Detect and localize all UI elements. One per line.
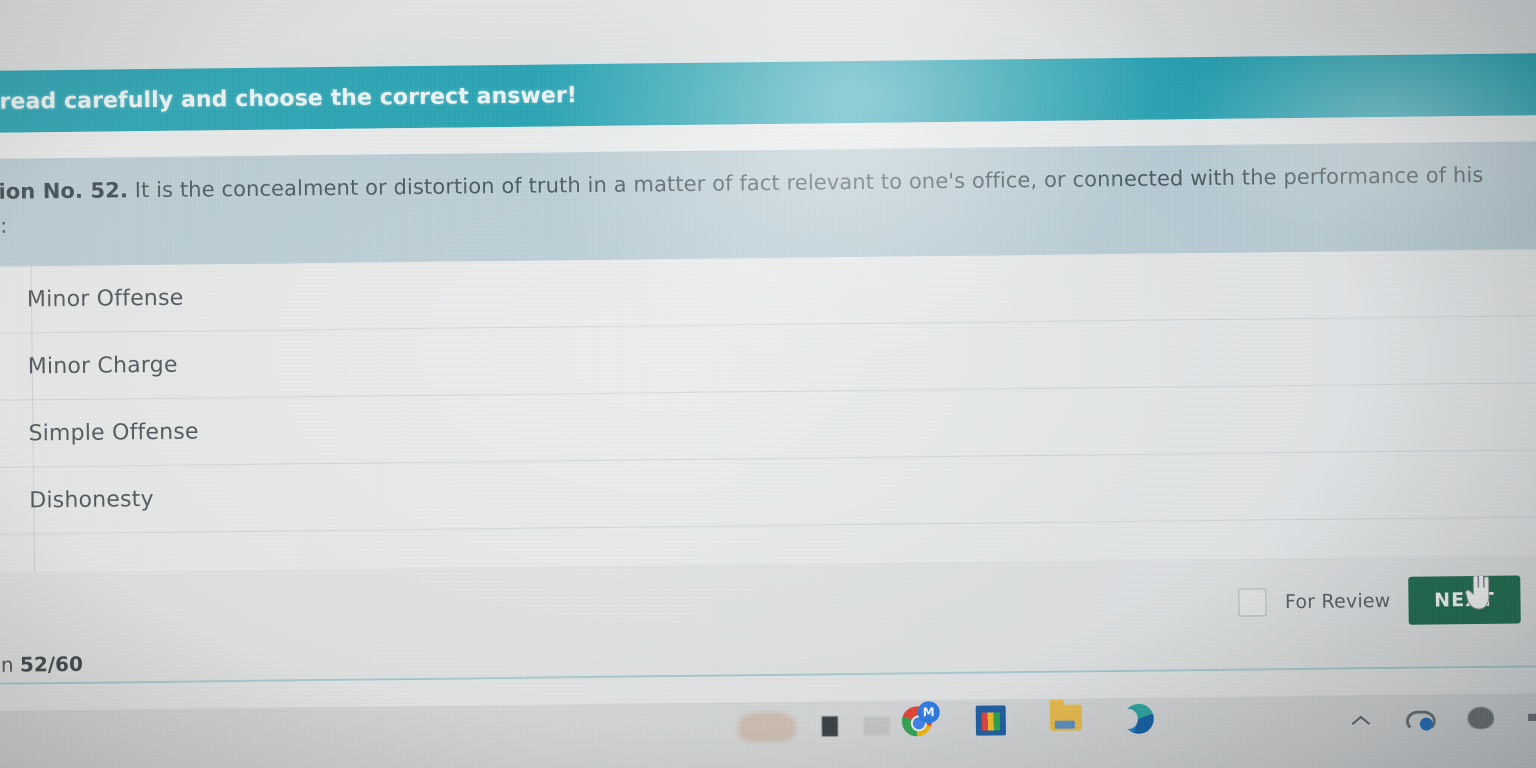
- photo-of-screen: e read carefully and choose the correct …: [0, 0, 1536, 768]
- option-label-a: Minor Offense: [26, 285, 184, 312]
- for-review-checkbox[interactable]: [1238, 588, 1268, 617]
- options-list: A Minor Offense B Minor Charge C Simple …: [0, 249, 1536, 573]
- edge-icon[interactable]: [1123, 703, 1158, 738]
- instruction-text: e read carefully and choose the correct …: [0, 82, 578, 115]
- store-icon[interactable]: [975, 705, 1010, 739]
- gmail-badge: M: [917, 701, 940, 724]
- onedrive-status-dot: [1419, 717, 1433, 731]
- next-button-label: NEXT: [1434, 588, 1495, 612]
- onedrive-icon[interactable]: [1404, 707, 1434, 731]
- taskbar-app-icons: M: [901, 701, 1158, 741]
- show-hidden-icons-chevron[interactable]: [1352, 710, 1370, 728]
- progress-prefix: ion: [0, 652, 14, 677]
- network-icon[interactable]: [1467, 706, 1494, 730]
- option-label-d: Dishonesty: [29, 486, 154, 513]
- system-tray: [1352, 705, 1536, 731]
- search-box-icon[interactable]: [863, 716, 890, 735]
- progress-value: 52/60: [19, 651, 84, 677]
- for-review-label: For Review: [1284, 589, 1391, 614]
- next-button[interactable]: NEXT: [1408, 575, 1521, 625]
- task-view-icon[interactable]: [821, 716, 838, 737]
- file-explorer-icon[interactable]: [1049, 704, 1084, 738]
- action-controls: For Review NEXT: [1238, 575, 1521, 627]
- exam-screen: e read carefully and choose the correct …: [0, 0, 1536, 768]
- question-number-label: stion No. 52.: [0, 178, 129, 205]
- start-menu-icon[interactable]: [737, 711, 797, 743]
- volume-icon[interactable]: [1528, 707, 1536, 727]
- option-label-b: Minor Charge: [27, 352, 178, 379]
- question-band: stion No. 52. It is the concealment or d…: [0, 141, 1536, 267]
- chrome-icon[interactable]: M: [901, 701, 940, 740]
- taskbar-start-area[interactable]: [737, 711, 890, 743]
- option-label-c: Simple Offense: [28, 418, 199, 446]
